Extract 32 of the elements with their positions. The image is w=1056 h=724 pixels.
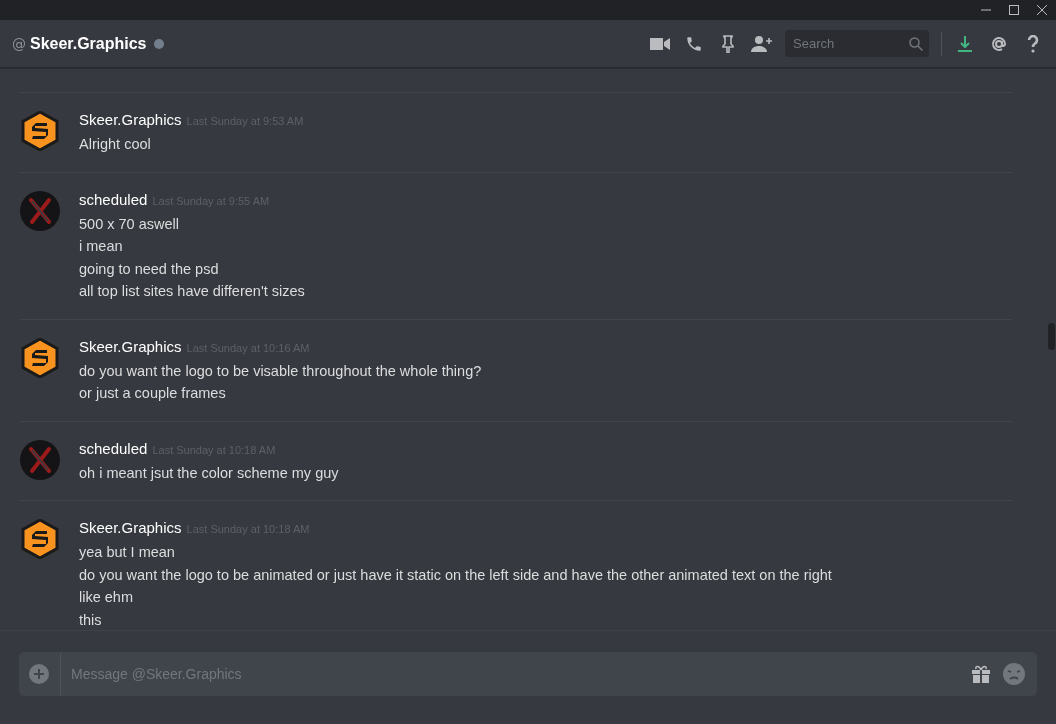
message-text: 500 x 70 aswell bbox=[79, 214, 180, 234]
at-sign: @ bbox=[12, 35, 26, 52]
close-icon bbox=[1037, 5, 1047, 15]
message-text: do you want the logo to be animated or just have it static on the left side and have the other animated text on the right bbox=[79, 565, 832, 585]
avatar-icon bbox=[20, 519, 60, 559]
message-text: i mean bbox=[79, 237, 124, 256]
message-text: or just a couple frames bbox=[79, 384, 227, 403]
gift-icon[interactable] bbox=[971, 664, 991, 684]
author-name[interactable]: scheduled bbox=[79, 190, 148, 208]
avatar-icon bbox=[20, 190, 60, 231]
scrollbar-thumb[interactable] bbox=[1047, 323, 1055, 350]
message-text: oh i meant jsut the color scheme my guy bbox=[79, 463, 339, 483]
search-bar[interactable]: Search bbox=[785, 30, 929, 57]
avatar-icon bbox=[20, 337, 60, 378]
message-text: Alright cool bbox=[79, 135, 152, 154]
search-field[interactable]: Search bbox=[791, 35, 909, 52]
message-text: like ehm bbox=[79, 588, 134, 607]
message-text: yea but I mean bbox=[79, 543, 176, 562]
message-text: all top list sites have differen't sizes bbox=[79, 282, 305, 301]
search-icon bbox=[909, 36, 923, 51]
message-text: this bbox=[79, 610, 103, 630]
author-name[interactable]: Skeer.Graphics bbox=[79, 519, 182, 536]
status-dot-icon bbox=[153, 38, 164, 49]
avatar-icon bbox=[20, 439, 60, 480]
avatar-icon bbox=[20, 111, 60, 151]
maximize-icon bbox=[1009, 5, 1019, 15]
author-name[interactable]: Skeer.Graphics bbox=[79, 111, 182, 128]
channel-title: Skeer.Graphics bbox=[30, 34, 147, 53]
message-text: do you want the logo to be visable throughout the whole thing? bbox=[79, 361, 482, 381]
message-text: going to need the psd bbox=[79, 259, 220, 279]
author-name[interactable]: Skeer.Graphics bbox=[79, 337, 182, 355]
author-name[interactable]: scheduled bbox=[79, 439, 148, 457]
